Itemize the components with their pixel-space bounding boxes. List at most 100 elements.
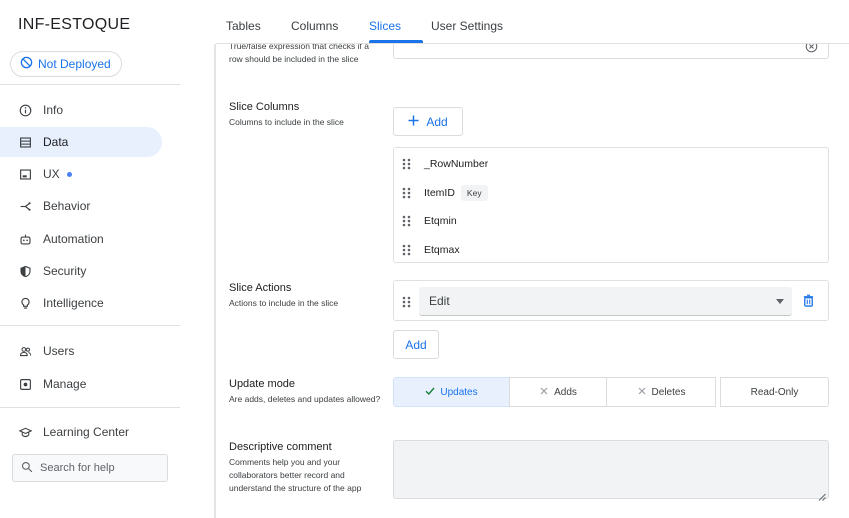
drag-handle-icon[interactable]	[402, 244, 411, 256]
slice-editor: True/false expression that checks if a r…	[216, 44, 849, 518]
list-item[interactable]: Etqmin	[394, 207, 828, 235]
comment-description: Comments help you and your collaborators…	[229, 457, 362, 493]
list-item[interactable]: _RowNumber	[394, 150, 828, 178]
sidebar-item-info[interactable]: Info	[0, 95, 162, 125]
drag-handle-icon[interactable]	[402, 158, 411, 170]
table-icon	[18, 135, 32, 149]
sidebar-item-label: UX	[43, 167, 60, 181]
slice-actions-description: Actions to include in the slice	[229, 298, 339, 308]
resize-handle-icon[interactable]	[818, 488, 826, 501]
check-icon	[425, 386, 435, 399]
drag-handle-icon[interactable]	[402, 215, 411, 227]
sidebar-item-intelligence[interactable]: Intelligence	[0, 288, 162, 318]
plus-icon	[408, 114, 419, 129]
slice-columns-description: Columns to include in the slice	[229, 117, 344, 127]
sidebar-item-automation[interactable]: Automation	[0, 224, 162, 254]
sidebar-item-label: Behavior	[43, 199, 91, 213]
list-item[interactable]: ItemID Key	[394, 179, 828, 207]
sidebar-item-users[interactable]: Users	[0, 336, 162, 366]
update-mode-toggle: Updates Adds Deletes Read-Only	[393, 377, 829, 407]
add-column-label: Add	[426, 114, 448, 129]
action-select-value: Edit	[429, 294, 450, 308]
column-name: Etqmax	[424, 244, 460, 256]
deploy-status-label: Not Deployed	[38, 57, 111, 71]
comment-label: Descriptive comment	[229, 441, 332, 453]
read-only-option[interactable]: Read-Only	[720, 377, 829, 407]
sidebar-item-learning-center[interactable]: Learning Center	[0, 417, 162, 447]
search-icon	[21, 461, 33, 476]
chevron-down-icon	[776, 299, 784, 304]
clear-circle-icon[interactable]	[805, 44, 818, 53]
list-item[interactable]: Etqmax	[394, 236, 828, 264]
action-select[interactable]: Edit	[419, 287, 792, 316]
sidebar-item-label: Manage	[43, 377, 87, 391]
ux-icon	[18, 167, 32, 181]
help-search-input[interactable]: Search for help	[12, 454, 168, 482]
add-action-label: Add	[405, 337, 427, 352]
robot-icon	[18, 232, 32, 246]
sidebar-item-label: Automation	[43, 232, 104, 246]
column-name: Etqmin	[424, 215, 457, 227]
users-icon	[18, 344, 32, 358]
sidebar-item-label: Users	[43, 344, 75, 358]
graduation-cap-icon	[18, 425, 32, 439]
option-label: Adds	[554, 386, 577, 398]
sidebar-item-label: Info	[43, 103, 64, 117]
key-badge: Key	[460, 185, 488, 201]
sidebar-divider	[0, 407, 180, 408]
sidebar-item-label: Data	[43, 135, 69, 149]
tab-columns[interactable]: Columns	[291, 19, 338, 33]
row-filter-input[interactable]	[393, 44, 829, 59]
drag-handle-icon[interactable]	[402, 295, 411, 308]
info-icon	[18, 103, 32, 117]
sidebar-item-label: Learning Center	[43, 425, 130, 439]
slice-actions-row: Edit	[393, 280, 829, 321]
tab-slices[interactable]: Slices	[369, 19, 401, 33]
adds-option[interactable]: Adds	[509, 377, 607, 407]
sidebar-divider	[0, 84, 180, 85]
shield-icon	[18, 264, 32, 278]
option-label: Updates	[440, 386, 478, 398]
sidebar-item-ux[interactable]: UX	[0, 159, 162, 189]
lightbulb-icon	[18, 296, 32, 310]
slice-columns-list: _RowNumber ItemID Key Etqmin Etqmax	[393, 147, 829, 263]
sidebar: INF-ESTOQUE Not Deployed Info Data UX Be…	[0, 0, 214, 518]
app-title: INF-ESTOQUE	[18, 16, 131, 33]
column-name: _RowNumber	[424, 158, 489, 170]
slice-columns-label: Slice Columns	[229, 101, 300, 113]
option-label: Deletes	[651, 386, 686, 398]
drag-handle-icon[interactable]	[402, 187, 411, 199]
update-mode-description: Are adds, deletes and updates allowed?	[229, 394, 381, 404]
manage-icon	[18, 377, 32, 391]
app-window: INF-ESTOQUE Not Deployed Info Data UX Be…	[0, 0, 849, 518]
tab-bar: Tables Columns Slices User Settings	[216, 0, 849, 44]
add-action-button[interactable]: Add	[393, 330, 439, 359]
search-placeholder: Search for help	[40, 462, 115, 474]
option-label: Read-Only	[750, 386, 799, 398]
add-column-button[interactable]: Add	[393, 107, 463, 136]
column-name: ItemID	[424, 187, 455, 199]
sidebar-item-data[interactable]: Data	[0, 127, 162, 157]
deploy-status-chip[interactable]: Not Deployed	[10, 51, 122, 77]
sidebar-item-security[interactable]: Security	[0, 256, 162, 286]
x-icon	[539, 386, 549, 399]
behavior-icon	[18, 199, 32, 213]
sidebar-item-behavior[interactable]: Behavior	[0, 191, 162, 221]
tab-user-settings[interactable]: User Settings	[431, 19, 503, 33]
tab-tables[interactable]: Tables	[226, 19, 261, 33]
sidebar-item-manage[interactable]: Manage	[0, 369, 162, 399]
deletes-option[interactable]: Deletes	[606, 377, 716, 407]
filter-description: True/false expression that checks if a r…	[229, 44, 370, 64]
updates-option[interactable]: Updates	[393, 377, 510, 407]
sidebar-item-label: Security	[43, 264, 87, 278]
x-icon	[637, 386, 647, 399]
unsaved-dot	[66, 171, 72, 177]
sidebar-item-label: Intelligence	[43, 296, 104, 310]
not-deployed-icon	[20, 56, 33, 72]
slice-actions-label: Slice Actions	[229, 282, 292, 294]
trash-icon[interactable]	[802, 294, 815, 307]
active-tab-indicator	[369, 40, 423, 43]
update-mode-label: Update mode	[229, 378, 296, 390]
comment-textarea[interactable]	[393, 440, 829, 501]
sidebar-divider	[0, 325, 180, 326]
